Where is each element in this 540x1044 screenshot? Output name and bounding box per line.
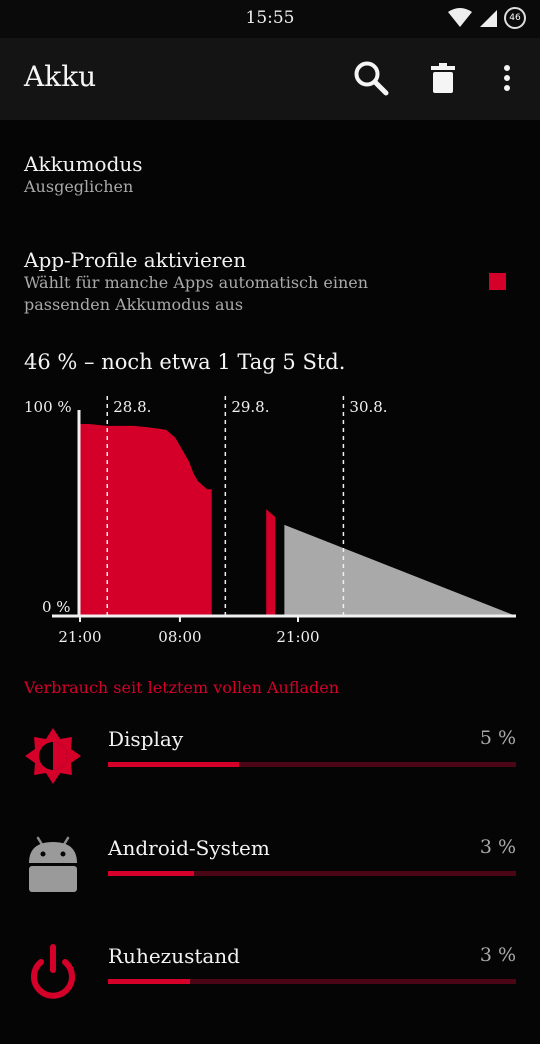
setting-app-profiles-title: App-Profile aktivieren	[24, 248, 247, 272]
usage-item-percent: 3 %	[479, 836, 516, 858]
battery-icon: 46	[504, 7, 526, 29]
usage-item-standby[interactable]: Ruhezustand 3 %	[0, 944, 540, 1044]
more-vert-icon	[504, 65, 510, 91]
delete-button[interactable]	[421, 56, 465, 100]
usage-item-name: Android-System	[108, 836, 270, 860]
day-marker-label: 29.8.	[231, 398, 269, 416]
battery-level-area-0	[80, 423, 212, 616]
usage-bar-track	[108, 979, 516, 984]
usage-section-header: Verbrauch seit letztem vollen Aufladen	[24, 678, 340, 697]
usage-bar-fill	[108, 979, 190, 984]
usage-bar-track	[108, 762, 516, 767]
status-bar: 15:55 46	[0, 0, 540, 38]
setting-app-profiles-description: Wählt für manche Apps automatisch einen …	[24, 273, 369, 314]
app-bar: Akku	[0, 38, 540, 120]
search-icon	[354, 61, 389, 96]
setting-battery-mode-value: Ausgeglichen	[24, 177, 134, 196]
search-button[interactable]	[349, 56, 393, 100]
power-icon	[31, 944, 75, 999]
battery-summary: 46 % – noch etwa 1 Tag 5 Std.	[24, 350, 346, 374]
setting-battery-mode-title: Akkumodus	[24, 152, 143, 176]
usage-bar-track	[108, 871, 516, 876]
wifi-icon	[448, 8, 472, 27]
day-marker-label: 28.8.	[113, 398, 151, 416]
signal-icon	[480, 10, 497, 27]
usage-item-name: Ruhezustand	[108, 944, 240, 968]
usage-item-name: Display	[108, 727, 184, 751]
usage-item-percent: 3 %	[479, 944, 516, 966]
android-icon	[29, 836, 77, 892]
overflow-menu-button[interactable]	[485, 56, 529, 100]
x-tick-label: 21:00	[58, 628, 101, 646]
usage-item-android-system[interactable]: Android-System 3 %	[0, 836, 540, 936]
battery-level-area-1	[266, 509, 276, 616]
y-tick-label-bottom: 0 %	[42, 598, 71, 616]
page-title: Akku	[24, 60, 97, 93]
y-tick-label-top: 100 %	[24, 398, 72, 416]
trash-icon	[431, 63, 455, 93]
battery-estimate-area	[284, 524, 516, 616]
usage-item-display[interactable]: Display 5 %	[0, 727, 540, 827]
usage-bar-fill	[108, 871, 194, 876]
app-profiles-checkbox[interactable]	[489, 273, 506, 290]
usage-item-percent: 5 %	[479, 727, 516, 749]
usage-bar-fill	[108, 762, 239, 767]
battery-history-chart: 28.8. 29.8. 30.8. 100 % 0 % 21:00 08:00 21:0…	[24, 396, 516, 646]
battery-level: 46	[509, 13, 521, 23]
x-tick-label: 21:00	[276, 628, 319, 646]
x-tick-label: 08:00	[158, 628, 201, 646]
brightness-icon	[25, 728, 81, 784]
day-marker-label: 30.8.	[349, 398, 387, 416]
